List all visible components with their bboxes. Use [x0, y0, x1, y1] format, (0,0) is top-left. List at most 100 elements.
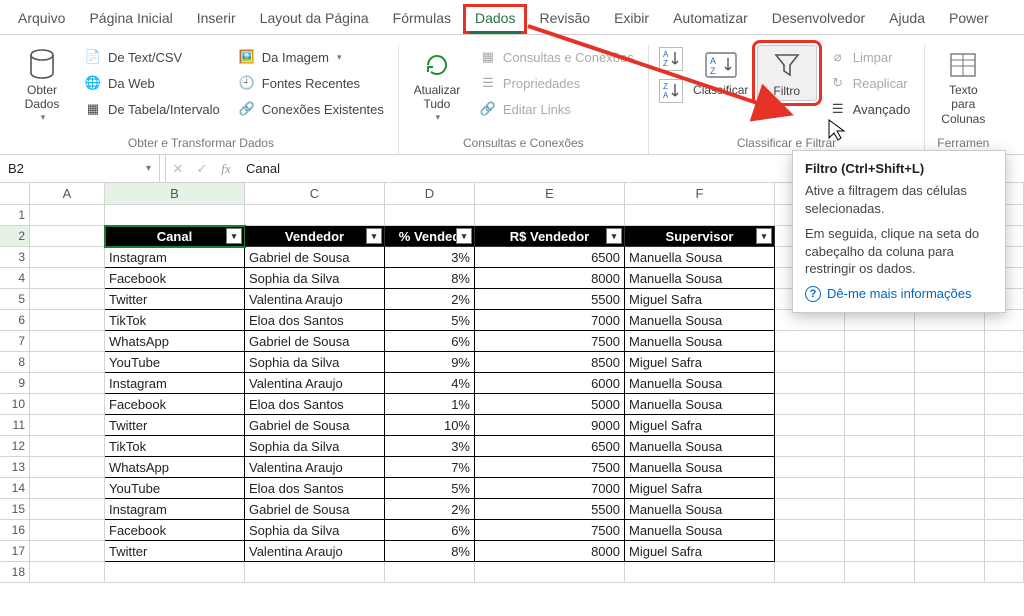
row-header[interactable]: 18 [0, 562, 30, 583]
cell[interactable]: Miguel Safra [625, 541, 775, 562]
table-header-cell[interactable]: R$ Vendedor [475, 226, 625, 247]
fontes-recentes-button[interactable]: 🕘 Fontes Recentes [232, 71, 390, 95]
cell[interactable]: 7000 [475, 310, 625, 331]
cell[interactable]: 9% [385, 352, 475, 373]
col-header-C[interactable]: C [245, 183, 385, 204]
cell[interactable] [985, 562, 1024, 583]
cell[interactable] [845, 541, 915, 562]
cell[interactable]: Facebook [105, 394, 245, 415]
cell[interactable] [30, 289, 105, 310]
cell[interactable] [105, 205, 245, 226]
avancado-button[interactable]: ☰ Avançado [823, 97, 917, 121]
cell[interactable]: Valentina Araujo [245, 541, 385, 562]
select-all-corner[interactable] [0, 183, 30, 204]
row-header[interactable]: 16 [0, 520, 30, 541]
cell[interactable] [775, 478, 845, 499]
cell[interactable] [775, 394, 845, 415]
cell[interactable] [985, 310, 1024, 331]
texto-para-colunas-button[interactable]: Texto para Colunas [933, 45, 993, 128]
cell[interactable]: 7000 [475, 478, 625, 499]
row-header[interactable]: 17 [0, 541, 30, 562]
cell[interactable] [915, 310, 985, 331]
cell[interactable] [985, 520, 1024, 541]
cell[interactable]: Manuella Sousa [625, 247, 775, 268]
cell[interactable] [845, 457, 915, 478]
cell[interactable]: Miguel Safra [625, 478, 775, 499]
cell[interactable] [985, 478, 1024, 499]
row-header[interactable]: 3 [0, 247, 30, 268]
cell[interactable]: Manuella Sousa [625, 457, 775, 478]
da-imagem-button[interactable]: 🖼️ Da Imagem ▾ [232, 45, 390, 69]
tooltip-more-link[interactable]: ? Dê-me mais informações [805, 286, 993, 302]
chevron-down-icon[interactable]: ▾ [146, 163, 151, 174]
cell[interactable] [30, 247, 105, 268]
cell[interactable] [845, 415, 915, 436]
cell[interactable]: Twitter [105, 541, 245, 562]
cell[interactable]: Sophia da Silva [245, 520, 385, 541]
row-header[interactable]: 2 [0, 226, 30, 247]
filter-dropdown-icon[interactable] [606, 228, 622, 244]
accept-formula-button[interactable]: ✓ [190, 161, 214, 177]
cell[interactable] [915, 499, 985, 520]
tab-ajuda[interactable]: Ajuda [877, 4, 937, 34]
cell[interactable]: Instagram [105, 499, 245, 520]
conexoes-existentes-button[interactable]: 🔗 Conexões Existentes [232, 97, 390, 121]
name-box[interactable]: B2 ▾ [0, 155, 160, 182]
row-header[interactable]: 14 [0, 478, 30, 499]
cell[interactable] [845, 373, 915, 394]
cell[interactable]: 3% [385, 247, 475, 268]
cell[interactable]: 5% [385, 310, 475, 331]
cell[interactable]: 6% [385, 331, 475, 352]
filter-dropdown-icon[interactable] [226, 228, 242, 244]
row-header[interactable]: 8 [0, 352, 30, 373]
cell[interactable]: Instagram [105, 373, 245, 394]
cell[interactable] [915, 415, 985, 436]
de-tabela-button[interactable]: ▦ De Tabela/Intervalo [78, 97, 226, 121]
table-header-cell[interactable]: % Vended [385, 226, 475, 247]
cell[interactable] [30, 310, 105, 331]
cell[interactable] [775, 436, 845, 457]
cell[interactable]: Twitter [105, 415, 245, 436]
cell[interactable] [915, 562, 985, 583]
cell[interactable] [915, 457, 985, 478]
row-header[interactable]: 4 [0, 268, 30, 289]
cell[interactable] [775, 562, 845, 583]
cell[interactable]: 2% [385, 289, 475, 310]
cell[interactable]: 6% [385, 520, 475, 541]
cell[interactable] [985, 352, 1024, 373]
cell[interactable]: Miguel Safra [625, 289, 775, 310]
cell[interactable]: Valentina Araujo [245, 457, 385, 478]
cell[interactable] [915, 478, 985, 499]
col-header-D[interactable]: D [385, 183, 475, 204]
cell[interactable] [475, 205, 625, 226]
cell[interactable] [30, 436, 105, 457]
cell[interactable]: Sophia da Silva [245, 352, 385, 373]
da-web-button[interactable]: 🌐 Da Web [78, 71, 226, 95]
tab-p-gina-inicial[interactable]: Página Inicial [77, 4, 184, 34]
cell[interactable] [775, 457, 845, 478]
cell[interactable]: 8000 [475, 541, 625, 562]
cell[interactable]: Eloa dos Santos [245, 310, 385, 331]
cell[interactable] [775, 352, 845, 373]
cell[interactable]: Eloa dos Santos [245, 478, 385, 499]
cell[interactable]: Instagram [105, 247, 245, 268]
tab-layout-da-p-gina[interactable]: Layout da Página [248, 4, 381, 34]
cell[interactable]: WhatsApp [105, 457, 245, 478]
cell[interactable]: 8% [385, 541, 475, 562]
row-header[interactable]: 1 [0, 205, 30, 226]
cell[interactable]: 5500 [475, 499, 625, 520]
cell[interactable] [30, 520, 105, 541]
cell[interactable]: Manuella Sousa [625, 310, 775, 331]
cell[interactable] [845, 478, 915, 499]
cell[interactable]: Facebook [105, 268, 245, 289]
cell[interactable] [915, 394, 985, 415]
cell[interactable]: Manuella Sousa [625, 331, 775, 352]
filter-dropdown-icon[interactable] [366, 228, 382, 244]
cell[interactable] [845, 436, 915, 457]
cell[interactable]: Manuella Sousa [625, 499, 775, 520]
cell[interactable]: Manuella Sousa [625, 373, 775, 394]
cell[interactable]: Sophia da Silva [245, 268, 385, 289]
cell[interactable] [985, 394, 1024, 415]
consultas-conexoes-button[interactable]: ▦ Consultas e Conexões [473, 45, 640, 69]
filter-dropdown-icon[interactable] [456, 228, 472, 244]
